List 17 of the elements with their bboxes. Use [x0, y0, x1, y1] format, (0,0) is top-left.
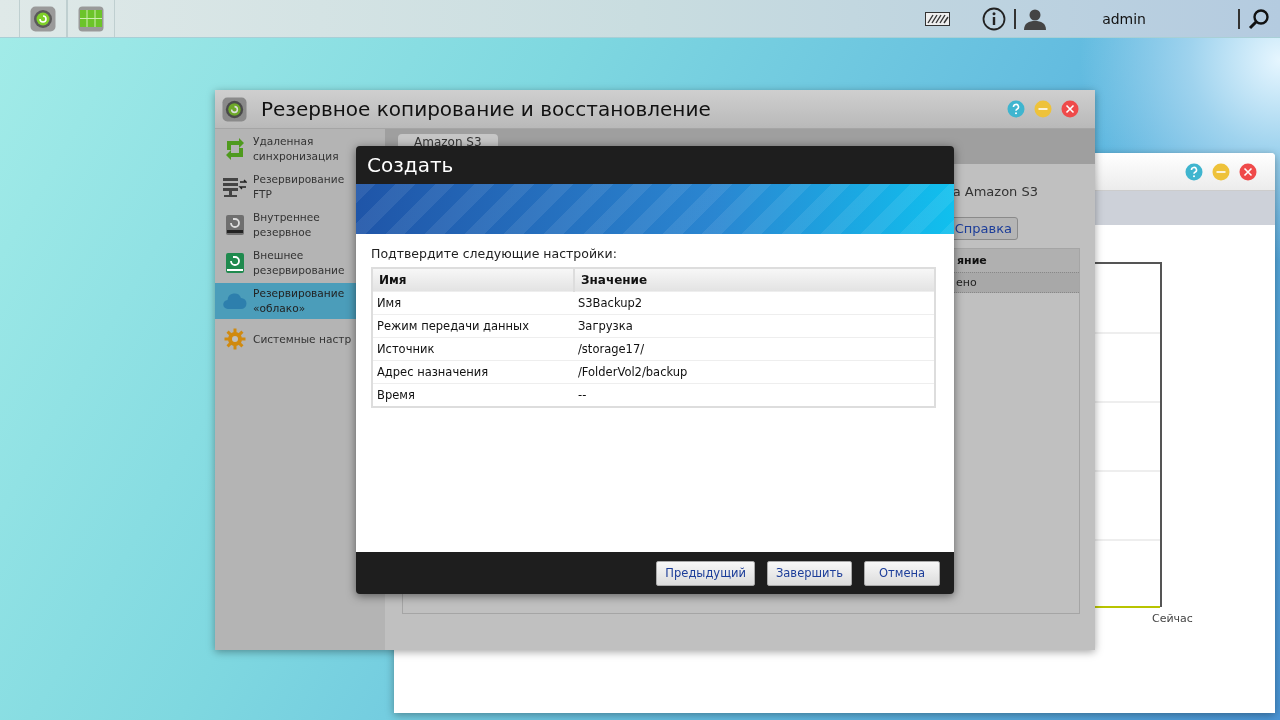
table-cell: Загрузка [574, 314, 935, 338]
table-cell: Имя [372, 291, 574, 315]
axis-label: Сейчас [1152, 612, 1193, 625]
dialog-title: Создать [367, 153, 454, 177]
window-title: Резервное копирование и восстановление [261, 97, 712, 121]
table-cell: Время [372, 383, 574, 407]
table-cell: /FolderVol2/backup [574, 360, 935, 384]
prompt-text: Подтвердите следующие настройки: [371, 246, 618, 261]
table-cell: Режим передачи данных [372, 314, 574, 338]
table-cell: Адрес назначения [372, 360, 574, 384]
table-cell: -- [574, 383, 935, 407]
column-header: Имя [372, 268, 574, 292]
description-text: a Amazon S3 [952, 184, 1038, 199]
table-cell: S3Backup2 [574, 291, 935, 315]
table-cell: /storage17/ [574, 337, 935, 361]
column-header: Значение [574, 268, 935, 292]
table-cell: Источник [372, 337, 574, 361]
